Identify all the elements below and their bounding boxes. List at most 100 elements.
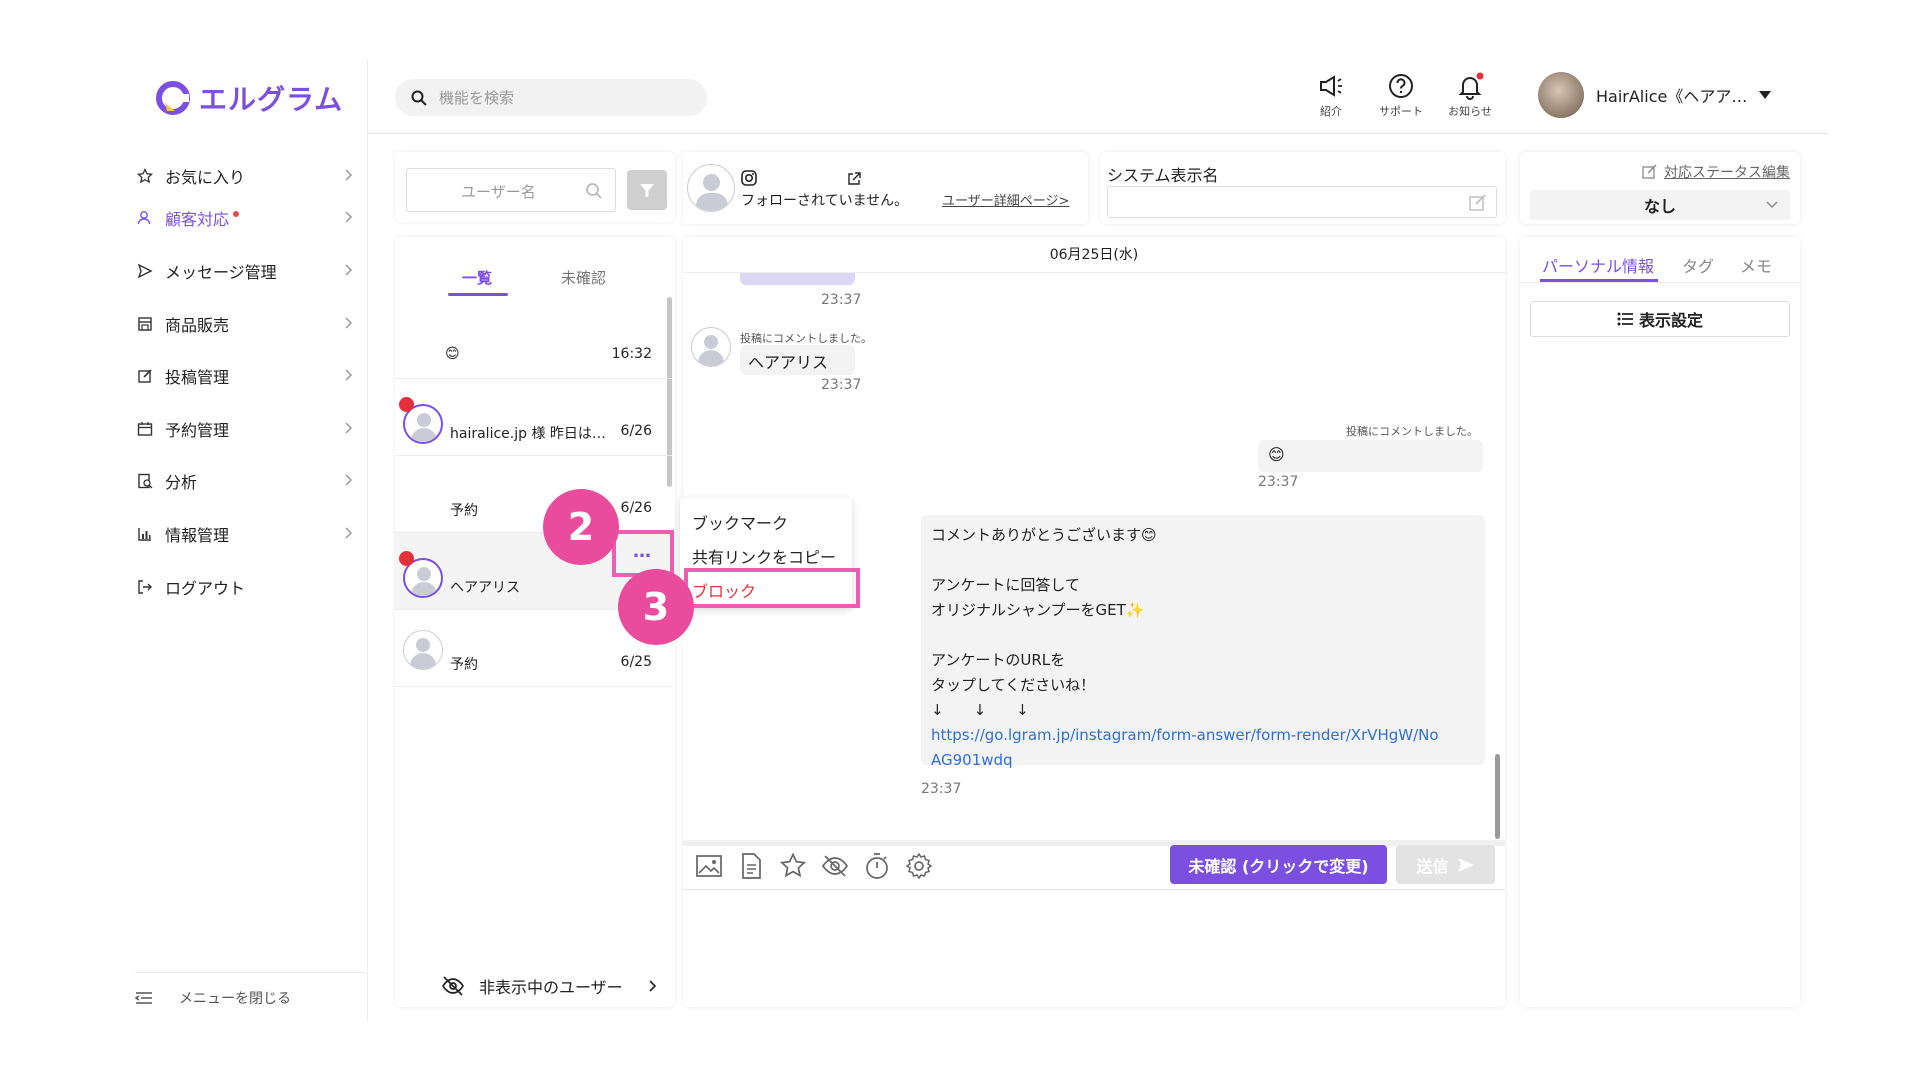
status-toggle-button[interactable]: 未確認 (クリックで変更) xyxy=(1170,845,1387,884)
profile-menu[interactable]: HairAlice《ヘアア… xyxy=(1538,72,1772,118)
brand-logo[interactable]: エルグラム xyxy=(155,78,343,118)
star-icon[interactable] xyxy=(779,852,807,880)
filter-icon xyxy=(640,184,654,198)
sidebar-item-message-management[interactable]: メッセージ管理 xyxy=(135,256,353,286)
notifications-button[interactable]: お知らせ xyxy=(1445,72,1495,119)
composer-toolbar xyxy=(695,852,933,880)
list-item-date: 6/26 xyxy=(620,423,652,439)
edit-icon xyxy=(1642,164,1657,179)
list-item[interactable]: hairalice.jp 様 昨日は… 6/26 xyxy=(395,379,672,456)
bell-icon xyxy=(1458,72,1484,100)
message-line: ↓ ↓ ↓ xyxy=(931,701,1029,719)
message-note: 投稿にコメントしました。 xyxy=(1346,425,1478,438)
hidden-users-label: 非表示中のユーザー xyxy=(479,977,623,997)
unread-dot xyxy=(399,551,414,566)
sidebar-item-reservation-management[interactable]: 予約管理 xyxy=(135,414,353,444)
message-time: 23:37 xyxy=(921,781,962,797)
close-menu-button[interactable]: メニューを閉じる xyxy=(135,972,365,1022)
status-select[interactable]: なし xyxy=(1530,190,1790,220)
user-icon xyxy=(135,208,155,228)
feature-search-input[interactable]: 機能を検索 xyxy=(395,79,707,116)
tab-all[interactable]: 一覧 xyxy=(462,267,492,288)
introduce-button[interactable]: 紹介 xyxy=(1306,72,1356,119)
send-button[interactable]: 送信 xyxy=(1396,845,1495,884)
username-search-input[interactable]: ユーザー名 xyxy=(406,168,616,212)
status-selected-value: なし xyxy=(1643,197,1676,216)
profile-name: HairAlice《ヘアア… xyxy=(1596,87,1748,106)
chevron-right-icon xyxy=(345,264,353,276)
tab-memo[interactable]: メモ xyxy=(1740,253,1772,277)
message-line: オリジナルシャンプーをGET✨ xyxy=(931,601,1145,619)
calendar-icon xyxy=(135,419,155,439)
chevron-right-icon xyxy=(345,317,353,329)
logo-icon xyxy=(156,81,190,115)
avatar xyxy=(691,327,731,367)
menu-item-bookmark[interactable]: ブックマーク xyxy=(692,510,788,534)
bar-chart-icon xyxy=(135,524,155,544)
message-note: 投稿にコメントしました。 xyxy=(740,332,872,345)
display-settings-button[interactable]: 表示設定 xyxy=(1530,301,1790,337)
hide-icon[interactable] xyxy=(821,852,849,880)
timer-icon[interactable] xyxy=(863,852,891,880)
sidebar-item-post-management[interactable]: 投稿管理 xyxy=(135,361,353,391)
sidebar-item-label: メッセージ管理 xyxy=(165,263,277,282)
image-icon[interactable] xyxy=(695,852,723,880)
system-name-input[interactable] xyxy=(1107,186,1497,218)
chevron-right-icon xyxy=(345,169,353,181)
message-link-continued[interactable]: AG901wdq xyxy=(931,748,1475,773)
chevron-right-icon xyxy=(345,422,353,434)
sidebar-item-label: 顧客対応 xyxy=(165,210,230,229)
gear-icon[interactable] xyxy=(905,852,933,880)
instagram-icon[interactable] xyxy=(741,170,757,186)
sidebar-item-info-management[interactable]: 情報管理 xyxy=(135,519,353,549)
menu-item-copy-share-link[interactable]: 共有リンクをコピー xyxy=(692,544,836,568)
brand-name: エルグラム xyxy=(199,83,344,116)
sidebar-item-logout[interactable]: ログアウト xyxy=(135,572,353,602)
message-bubble-partial xyxy=(740,273,855,285)
introduce-label: 紹介 xyxy=(1320,105,1342,118)
user-search-card: ユーザー名 xyxy=(395,152,675,222)
message-time: 23:37 xyxy=(821,377,862,393)
sidebar-item-label: ログアウト xyxy=(165,579,246,598)
message-bubble: ヘアアリス xyxy=(740,345,855,375)
help-icon xyxy=(1389,74,1413,98)
search-icon xyxy=(586,183,602,199)
support-button[interactable]: サポート xyxy=(1376,72,1426,119)
message-line: アンケートのURLを xyxy=(931,651,1066,669)
hidden-users-button[interactable]: 非表示中のユーザー xyxy=(395,964,675,1007)
filter-button[interactable] xyxy=(627,170,667,210)
message-line: アンケートに回答して xyxy=(931,576,1080,594)
list-item-name: 予約 xyxy=(450,657,478,673)
user-detail-link[interactable]: ユーザー詳細ページ> xyxy=(942,190,1069,209)
external-link-icon[interactable] xyxy=(847,172,861,186)
sidebar-item-label: 商品販売 xyxy=(165,316,230,335)
list-item[interactable]: 予約 6/26 xyxy=(395,456,672,533)
document-icon[interactable] xyxy=(737,852,765,880)
sidebar-item-customer-support[interactable]: 顧客対応 xyxy=(135,203,353,233)
sidebar-item-product-sales[interactable]: 商品販売 xyxy=(135,309,353,339)
search-icon xyxy=(411,90,427,106)
unread-dot xyxy=(399,397,414,412)
message-text: 😊 xyxy=(1268,445,1285,464)
status-edit-link[interactable]: 対応ステータス編集 xyxy=(1642,162,1790,182)
edit-icon xyxy=(1469,194,1486,211)
notification-dot xyxy=(233,211,240,217)
sidebar-item-analysis[interactable]: 分析 xyxy=(135,466,353,496)
message-link[interactable]: https://go.lgram.jp/instagram/form-answe… xyxy=(931,723,1475,748)
avatar xyxy=(1538,72,1584,118)
list-item[interactable]: 😊 16:32 xyxy=(395,302,672,379)
notifications-label: お知らせ xyxy=(1448,105,1492,118)
caret-down-icon xyxy=(1759,91,1772,99)
list-item-date: 6/26 xyxy=(620,500,652,516)
system-name-card: システム表示名 xyxy=(1100,152,1505,224)
tab-divider xyxy=(1520,282,1800,283)
chat-scrollbar[interactable] xyxy=(1495,754,1500,839)
tab-personal-info[interactable]: パーソナル情報 xyxy=(1542,253,1654,277)
tab-unconfirmed[interactable]: 未確認 xyxy=(561,267,606,288)
message-input[interactable] xyxy=(683,890,1505,1007)
tab-tags[interactable]: タグ xyxy=(1682,253,1714,277)
chevron-right-icon xyxy=(345,369,353,381)
sidebar-item-favorites[interactable]: お気に入り xyxy=(135,161,353,191)
list-item-name: 😊 xyxy=(445,346,460,362)
support-label: サポート xyxy=(1379,105,1423,118)
